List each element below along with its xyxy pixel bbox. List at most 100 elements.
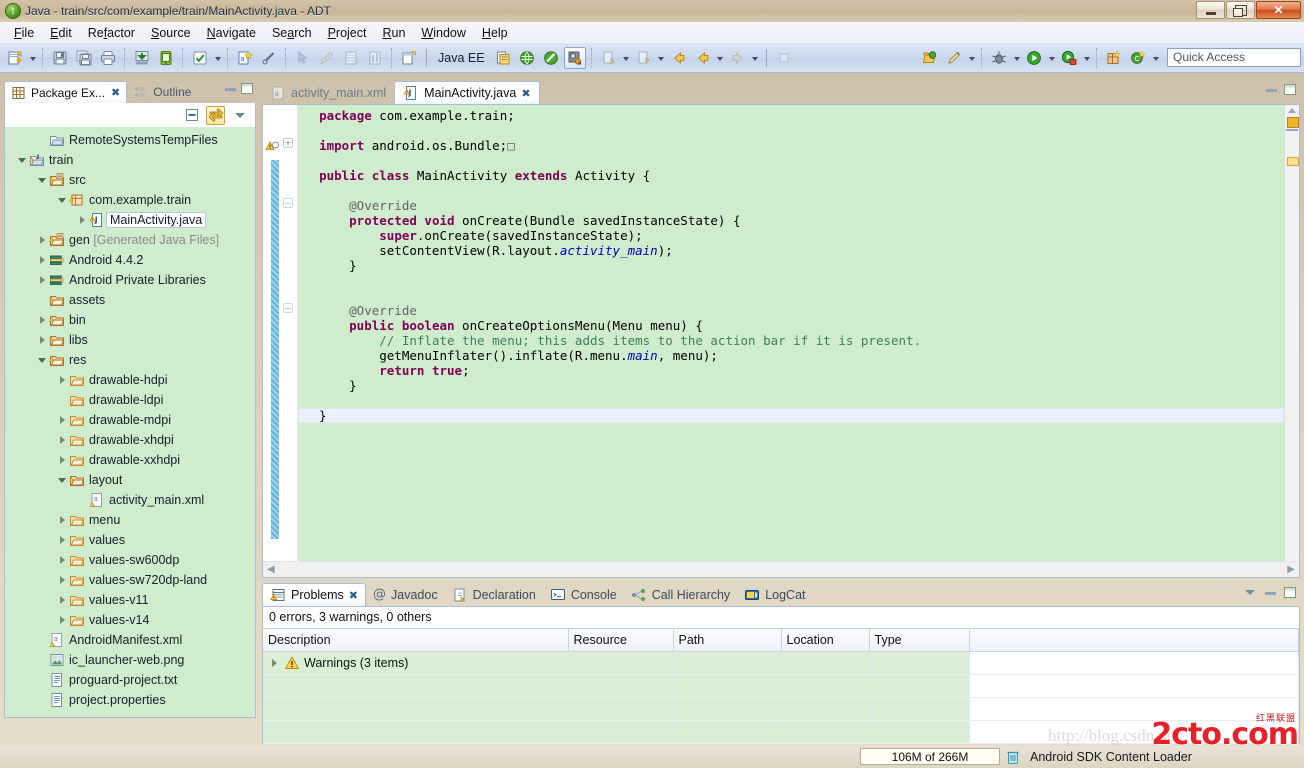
tree-item-src[interactable]: src: [5, 170, 255, 190]
open-task-icon[interactable]: [516, 47, 538, 69]
code-line[interactable]: public boolean onCreateOptionsMenu(Menu …: [298, 318, 1284, 333]
tab-call-hierarchy[interactable]: Call Hierarchy: [624, 583, 738, 606]
edit-icon[interactable]: [316, 47, 338, 69]
menu-source[interactable]: Source: [143, 24, 199, 42]
code-line[interactable]: super.onCreate(savedInstanceState);: [298, 228, 1284, 243]
pin-icon[interactable]: [773, 47, 795, 69]
column-type[interactable]: Type: [869, 629, 969, 652]
tree-expanded-icon[interactable]: [35, 170, 49, 190]
close-icon[interactable]: ✖: [521, 87, 530, 100]
editor-folding-ruler[interactable]: + – –: [279, 105, 298, 561]
tree-expanded-icon[interactable]: [15, 150, 29, 170]
fold-collapse-icon[interactable]: –: [283, 198, 293, 208]
scroll-left-icon[interactable]: ◀: [267, 564, 275, 575]
tree-item-drawable-xxhdpi[interactable]: drawable-xxhdpi: [5, 450, 255, 470]
cell-location[interactable]: [781, 675, 869, 698]
code-line[interactable]: protected void onCreate(Bundle savedInst…: [298, 213, 1284, 228]
column-location[interactable]: Location: [781, 629, 869, 652]
cell-resource[interactable]: [568, 721, 673, 744]
coverage-icon[interactable]: [1058, 47, 1080, 69]
menu-window[interactable]: Window: [413, 24, 473, 42]
tree-collapsed-icon[interactable]: [35, 270, 49, 290]
tree-item-values-v14[interactable]: values-v14: [5, 610, 255, 630]
maximize-icon[interactable]: [1283, 585, 1297, 599]
editor-overview-ruler[interactable]: [1284, 105, 1299, 561]
cell-description[interactable]: Warnings (3 items): [263, 652, 568, 675]
cell-type[interactable]: [869, 721, 969, 744]
previous-annotation-icon[interactable]: [598, 47, 620, 69]
project-tree[interactable]: RemoteSystemsTempFilestrainsrccom.exampl…: [4, 127, 256, 718]
cell-resource[interactable]: [568, 675, 673, 698]
code-line[interactable]: // Inflate the menu; this adds items to …: [298, 333, 1284, 348]
tree-collapsed-icon[interactable]: [35, 310, 49, 330]
link-with-editor-icon[interactable]: [206, 106, 225, 125]
fold-expand-icon[interactable]: +: [283, 138, 293, 148]
tree-collapsed-icon[interactable]: [55, 430, 69, 450]
minimize-button[interactable]: [1196, 1, 1225, 19]
code-line[interactable]: getMenuInflater().inflate(R.menu.main, m…: [298, 348, 1284, 363]
cell-description[interactable]: [263, 698, 568, 721]
forward-dropdown-icon[interactable]: [750, 47, 761, 69]
tab-javadoc[interactable]: @ Javadoc: [366, 583, 445, 606]
editor-vertical-ruler[interactable]: [263, 105, 279, 561]
new-class-dropdown-icon[interactable]: [1150, 47, 1161, 69]
tab-declaration[interactable]: Declaration: [445, 583, 543, 606]
column-path[interactable]: Path: [673, 629, 781, 652]
overview-warning-marker[interactable]: [1287, 117, 1299, 128]
cell-path[interactable]: [673, 675, 781, 698]
heap-status-indicator[interactable]: 106M of 266M: [860, 748, 1000, 765]
close-icon[interactable]: ✖: [111, 86, 120, 99]
open-perspective-icon[interactable]: [398, 47, 420, 69]
tree-item-proguard-project-txt[interactable]: proguard-project.txt: [5, 670, 255, 690]
next-annotation-icon[interactable]: [633, 47, 655, 69]
cell-type[interactable]: [869, 698, 969, 721]
tree-collapsed-icon[interactable]: [268, 659, 280, 667]
problems-table[interactable]: Description Resource Path Location Type …: [263, 628, 1299, 744]
pointer-icon[interactable]: [292, 47, 314, 69]
minimize-icon[interactable]: [1264, 82, 1278, 96]
tree-collapsed-icon[interactable]: [35, 230, 49, 250]
tree-item-gen[interactable]: gen [Generated Java Files]: [5, 230, 255, 250]
tree-item-activity-main-xml[interactable]: aactivity_main.xml: [5, 490, 255, 510]
minimize-icon[interactable]: [1263, 585, 1277, 599]
tab-mainactivity-java[interactable]: MainActivity.java ✖: [394, 81, 539, 104]
forward-back-icon[interactable]: [692, 47, 714, 69]
tree-item-androidmanifest-xml[interactable]: aAndroidManifest.xml: [5, 630, 255, 650]
code-line[interactable]: public class MainActivity extends Activi…: [298, 168, 1284, 183]
cell-path[interactable]: [673, 698, 781, 721]
table-row[interactable]: Warnings (3 items): [263, 652, 1299, 675]
cell-location[interactable]: [781, 652, 869, 675]
new-wizard-dropdown-icon[interactable]: [27, 47, 38, 69]
chart-icon[interactable]: [364, 47, 386, 69]
check-icon[interactable]: [189, 47, 211, 69]
code-line[interactable]: return true;: [298, 363, 1284, 378]
code-line[interactable]: import android.os.Bundle;□: [298, 138, 1284, 153]
forward-icon[interactable]: [727, 47, 749, 69]
editor-horizontal-scrollbar[interactable]: ◀ ▶: [263, 561, 1299, 577]
code-line[interactable]: }: [298, 408, 1284, 423]
code-line[interactable]: [298, 288, 1284, 303]
print-icon[interactable]: [97, 47, 119, 69]
tree-collapsed-icon[interactable]: [35, 330, 49, 350]
warning-marker-icon[interactable]: [264, 138, 278, 152]
cell-location[interactable]: [781, 698, 869, 721]
debug-dropdown-icon[interactable]: [1011, 47, 1022, 69]
tree-item-train[interactable]: train: [5, 150, 255, 170]
view-menu-icon[interactable]: [1243, 585, 1257, 599]
tab-outline[interactable]: Outline: [127, 81, 197, 103]
new-wizard-icon[interactable]: [4, 47, 26, 69]
table-row[interactable]: [263, 675, 1299, 698]
tree-collapsed-icon[interactable]: [55, 570, 69, 590]
tree-collapsed-icon[interactable]: [55, 450, 69, 470]
tree-item-android-4-4-2[interactable]: Android 4.4.2: [5, 250, 255, 270]
previous-annotation-dropdown-icon[interactable]: [621, 47, 632, 69]
run-last-tool-icon[interactable]: [943, 47, 965, 69]
tree-collapsed-icon[interactable]: [35, 250, 49, 270]
external-tools-icon[interactable]: [919, 47, 941, 69]
code-line[interactable]: [298, 273, 1284, 288]
tree-collapsed-icon[interactable]: [55, 530, 69, 550]
tree-collapsed-icon[interactable]: [55, 370, 69, 390]
toggle-breakpoint-icon[interactable]: [258, 47, 280, 69]
tree-item-values-sw600dp[interactable]: values-sw600dp: [5, 550, 255, 570]
code-line[interactable]: [298, 123, 1284, 138]
